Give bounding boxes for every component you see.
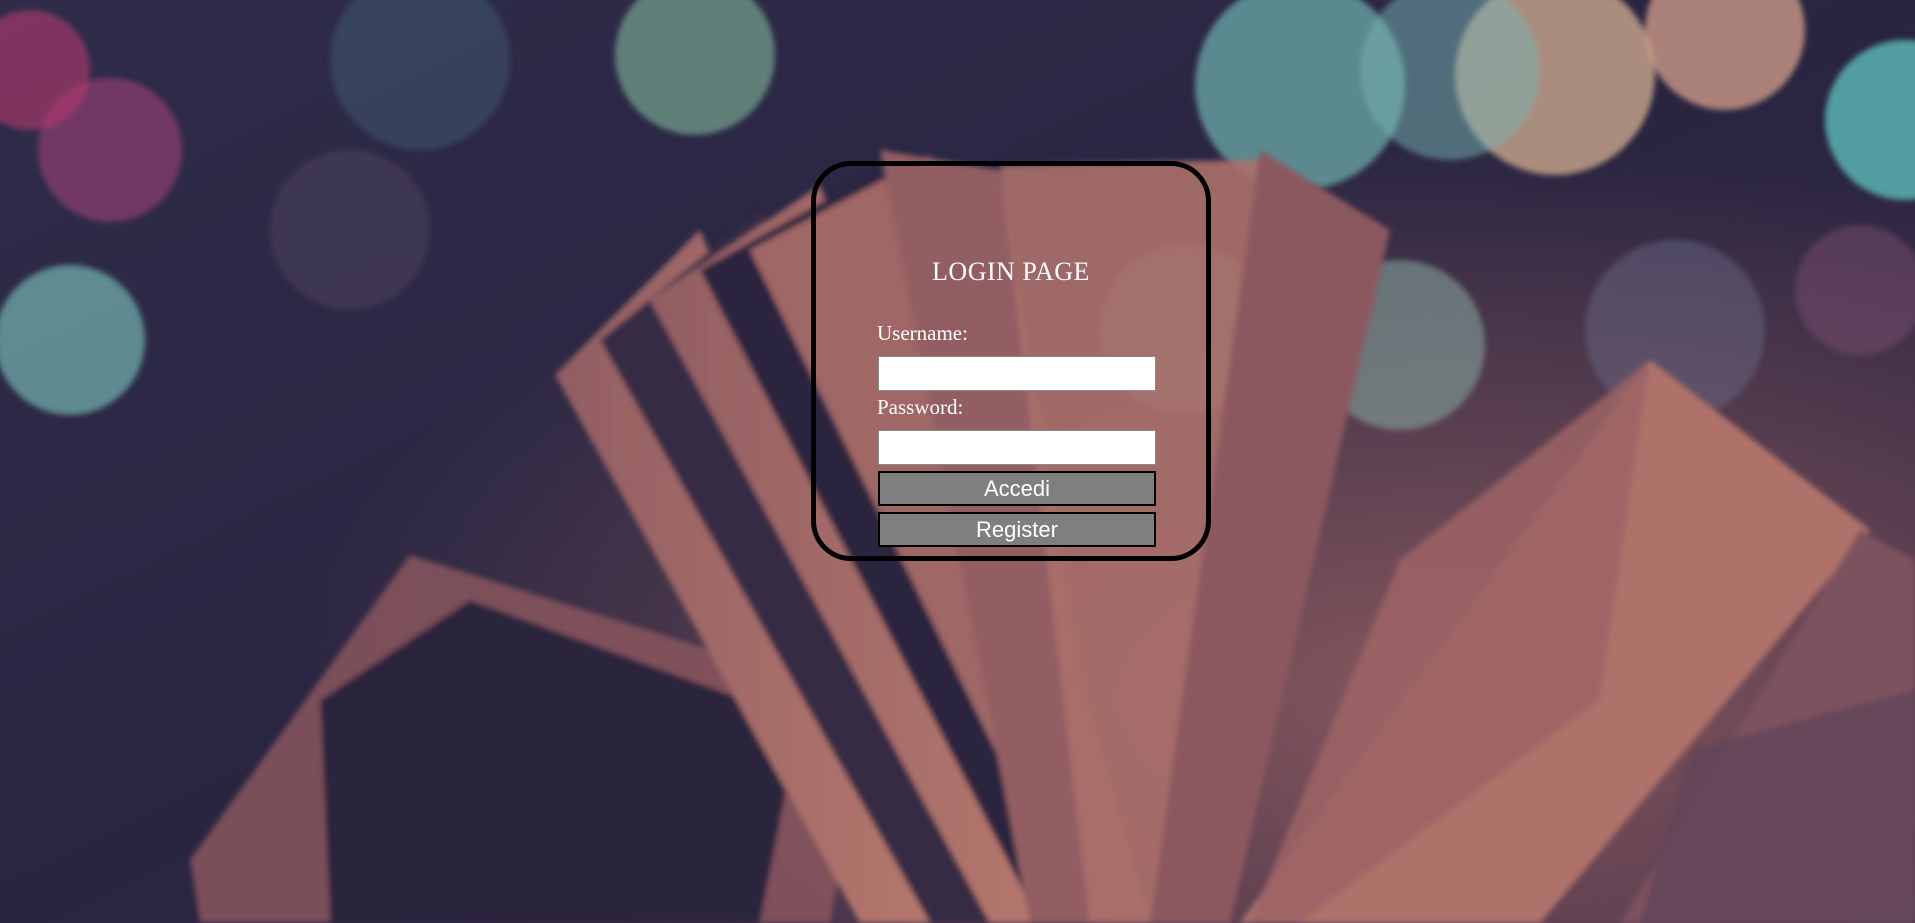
page-title: LOGIN PAGE: [932, 257, 1090, 286]
login-button[interactable]: Accedi: [878, 471, 1156, 506]
password-input[interactable]: [878, 430, 1156, 465]
username-input[interactable]: [878, 356, 1156, 391]
login-panel: LOGIN PAGE Username: Password: Accedi Re…: [811, 161, 1211, 561]
password-label: Password:: [877, 395, 964, 419]
username-label: Username:: [877, 321, 968, 345]
register-button[interactable]: Register: [878, 512, 1156, 547]
